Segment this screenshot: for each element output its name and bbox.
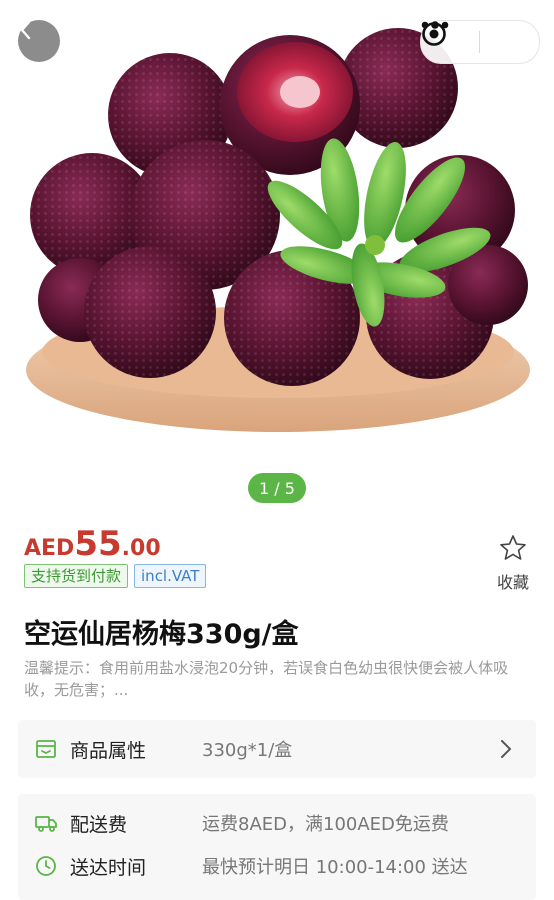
delivery-time-value: 最快预计明日 10:00-14:00 送达: [202, 857, 468, 878]
shipping-fee-label: 配送费: [70, 813, 128, 836]
cash-on-delivery-tag: 支持货到付款: [24, 564, 129, 588]
favorite-label: 收藏: [496, 573, 529, 592]
box-icon: [36, 740, 56, 758]
product-title: 空运仙居杨梅330g/盒: [24, 619, 299, 650]
clock-icon: [36, 856, 56, 876]
vat-included-tag: incl.VAT: [134, 564, 207, 588]
star-outline-icon: [500, 535, 526, 560]
attributes-row-content: 商品属性 330g*1/盒: [18, 729, 536, 769]
chevron-left-icon: [20, 20, 31, 40]
product-price: AED55.00: [24, 524, 161, 564]
shipping-fee-row: 配送费 运费8AED，满100AED免运费: [18, 803, 536, 843]
mini-program-capsule: [420, 20, 540, 64]
price-decimal: .00: [121, 536, 161, 561]
back-button[interactable]: [18, 20, 60, 62]
favorite-button[interactable]: 收藏: [488, 534, 538, 593]
product-tip: 温馨提示：食用前用盐水浸泡20分钟，若误食白色幼虫很快便会被人体吸收，无危害；.…: [24, 659, 509, 699]
product-attributes-row[interactable]: 商品属性 330g*1/盒: [18, 720, 536, 778]
shipping-info-card: 配送费 运费8AED，满100AED免运费 送达时间 最快预计明日 10:00-…: [18, 794, 536, 900]
truck-icon: [35, 816, 57, 832]
shipping-fee-value: 运费8AED，满100AED免运费: [202, 814, 449, 835]
close-mini-program-button[interactable]: [422, 21, 539, 63]
product-image-gallery[interactable]: 1 / 5: [0, 0, 554, 520]
chevron-right-icon: [501, 740, 511, 758]
bayberry-photo: [26, 28, 530, 432]
image-pager-indicator: 1 / 5: [248, 473, 306, 503]
attributes-label: 商品属性: [70, 739, 147, 762]
price-integer: 55: [74, 524, 122, 564]
delivery-time-label: 送达时间: [70, 856, 147, 879]
product-tags: 支持货到付款 incl.VAT: [24, 564, 207, 588]
delivery-time-row: 送达时间 最快预计明日 10:00-14:00 送达: [18, 846, 536, 886]
price-currency: AED: [24, 536, 75, 561]
target-circle-icon: [422, 22, 446, 46]
attributes-value: 330g*1/盒: [202, 740, 293, 761]
